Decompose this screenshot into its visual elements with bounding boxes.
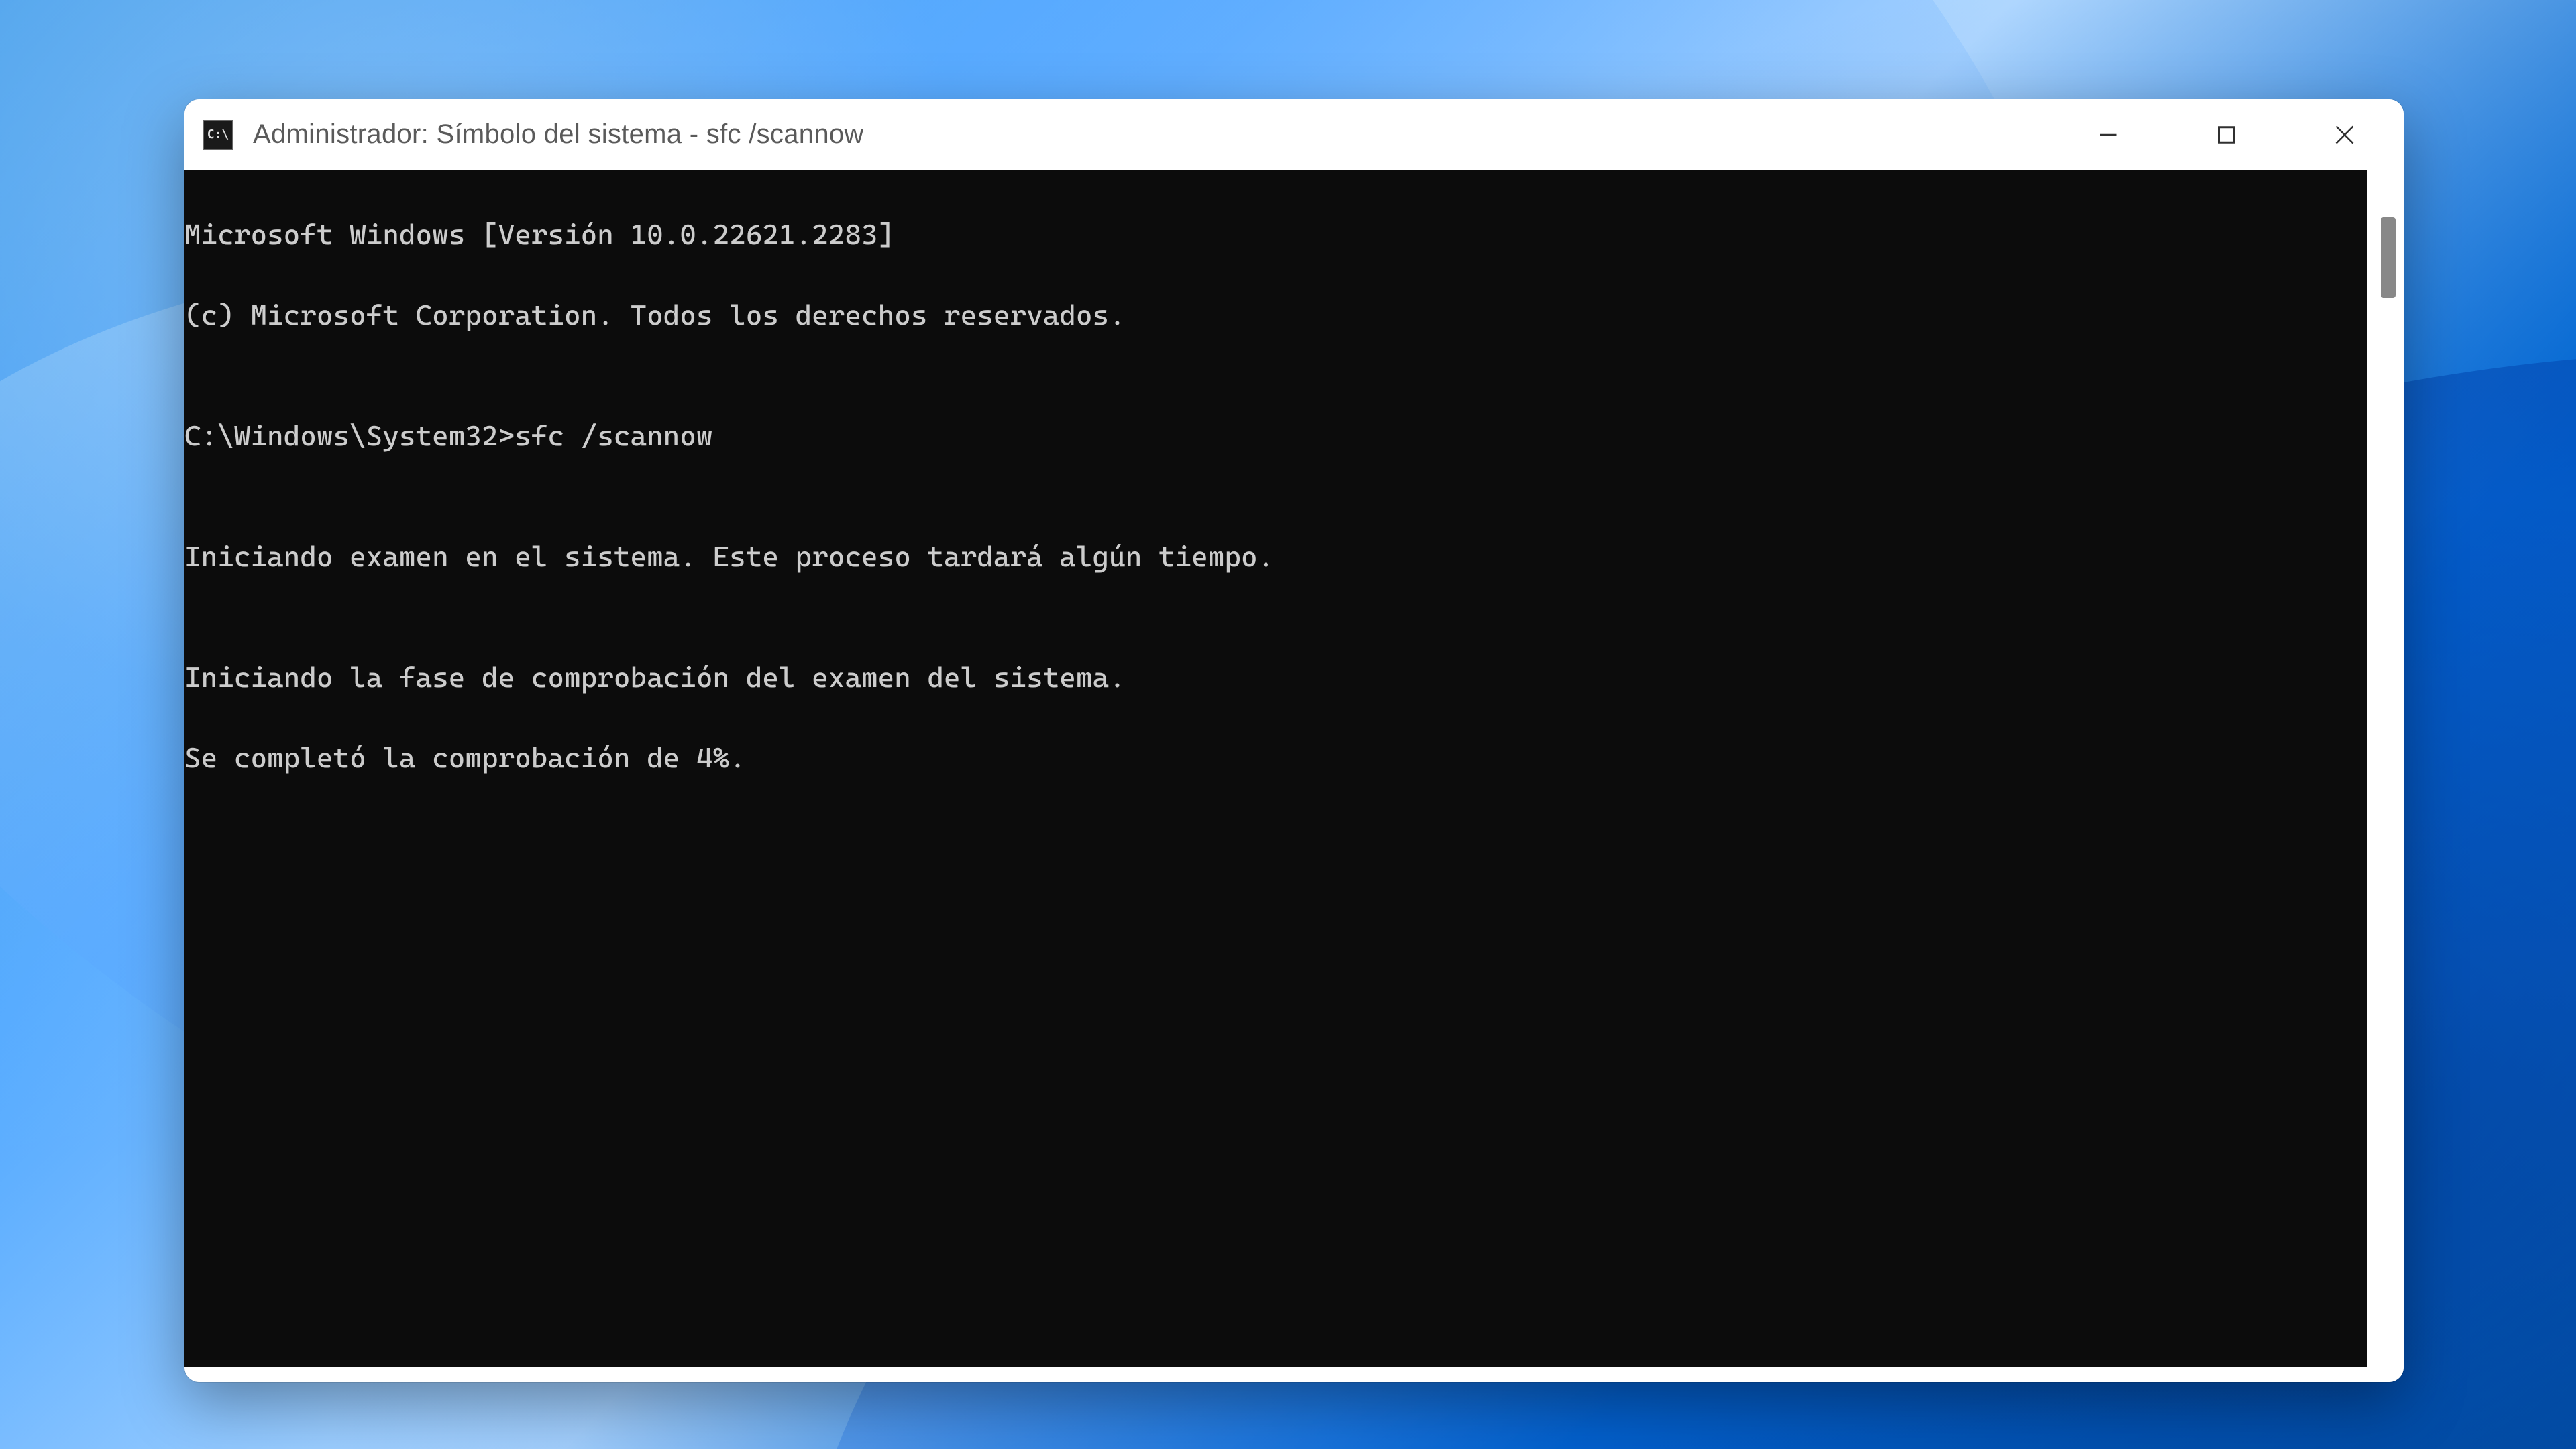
- window-title: Administrador: Símbolo del sistema - sfc…: [253, 119, 2049, 150]
- terminal-line: Se completó la comprobación de 4%.: [184, 738, 2367, 778]
- maximize-button[interactable]: [2167, 99, 2286, 170]
- terminal-line: Iniciando la fase de comprobación del ex…: [184, 657, 2367, 698]
- terminal-line: Microsoft Windows [Versión 10.0.22621.22…: [184, 215, 2367, 255]
- close-button[interactable]: [2286, 99, 2404, 170]
- scrollbar-track[interactable]: [2367, 170, 2404, 1382]
- terminal-output: Microsoft Windows [Versión 10.0.22621.22…: [184, 174, 2367, 859]
- scrollbar-thumb[interactable]: [2381, 217, 2396, 298]
- terminal-viewport[interactable]: Microsoft Windows [Versión 10.0.22621.22…: [184, 170, 2367, 1367]
- window-controls: [2049, 99, 2404, 170]
- terminal-line: Iniciando examen en el sistema. Este pro…: [184, 537, 2367, 577]
- app-icon: C:\: [203, 120, 233, 150]
- command-prompt-window: C:\ Administrador: Símbolo del sistema -…: [184, 99, 2404, 1382]
- minimize-button[interactable]: [2049, 99, 2167, 170]
- window-bottom-border: [184, 1367, 2367, 1382]
- titlebar[interactable]: C:\ Administrador: Símbolo del sistema -…: [184, 99, 2404, 170]
- terminal-line: (c) Microsoft Corporation. Todos los der…: [184, 295, 2367, 335]
- cmd-icon: C:\: [207, 127, 229, 142]
- terminal-line: C:\Windows\System32>sfc /scannow: [184, 416, 2367, 456]
